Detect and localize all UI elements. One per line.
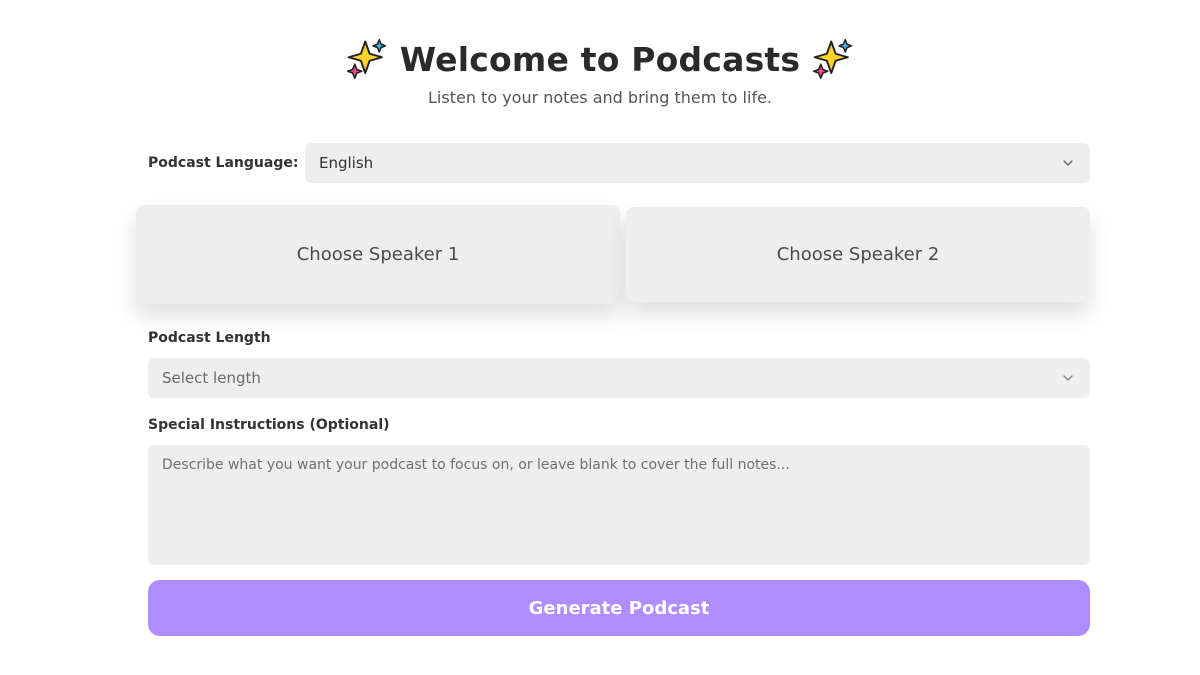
- instructions-label: Special Instructions (Optional): [148, 417, 390, 433]
- page-subtitle: Listen to your notes and bring them to l…: [428, 88, 772, 107]
- length-placeholder: Select length: [162, 369, 261, 387]
- language-row: Podcast Language: English: [148, 143, 1090, 183]
- podcast-setup-page: Welcome to Podcasts Listen to your notes…: [0, 0, 1200, 675]
- podcast-form: Podcast Language: English Choose Speaker…: [136, 143, 1090, 636]
- sparkles-icon: [813, 38, 853, 80]
- choose-speaker-1-button[interactable]: Choose Speaker 1: [136, 205, 620, 304]
- title-row: Welcome to Podcasts: [0, 36, 1200, 82]
- header: Welcome to Podcasts Listen to your notes…: [0, 36, 1200, 107]
- generate-podcast-button[interactable]: Generate Podcast: [148, 580, 1090, 636]
- speaker-choices: Choose Speaker 1 Choose Speaker 2: [136, 205, 1090, 305]
- speaker-1-label: Choose Speaker 1: [296, 244, 460, 265]
- speaker-2-label: Choose Speaker 2: [776, 244, 940, 265]
- instructions-textarea[interactable]: [148, 445, 1090, 565]
- page-title: Welcome to Podcasts: [399, 39, 801, 79]
- language-label: Podcast Language:: [148, 155, 299, 171]
- choose-speaker-2-button[interactable]: Choose Speaker 2: [626, 207, 1090, 302]
- length-label: Podcast Length: [148, 330, 271, 346]
- length-select[interactable]: Select length: [148, 358, 1090, 398]
- language-value: English: [319, 154, 374, 172]
- sparkles-icon: [346, 38, 386, 80]
- chevron-down-icon: [1063, 160, 1073, 166]
- chevron-down-icon: [1063, 375, 1073, 381]
- language-select[interactable]: English: [305, 143, 1090, 183]
